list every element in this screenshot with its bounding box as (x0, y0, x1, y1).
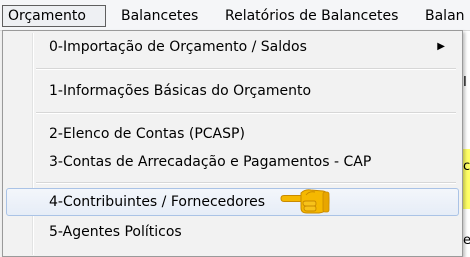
menu-orcamento[interactable]: Orçamento (2, 5, 106, 27)
menu-balan[interactable]: Balan (420, 5, 470, 27)
menu-item-elenco-de-contas[interactable]: 2-Elenco de Contas (PCASP) (6, 120, 459, 148)
background-highlight-strip (462, 149, 470, 209)
menu-item-label: 3-Contas de Arrecadação e Pagamentos - C… (49, 154, 372, 170)
background-glyph: c (463, 159, 470, 174)
menu-item-contribuintes-fornecedores[interactable]: 4-Contribuintes / Fornecedores (6, 188, 459, 216)
menu-item-label: 5-Agentes Políticos (49, 224, 182, 240)
menu-item-label: 1-Informações Básicas do Orçamento (49, 83, 312, 99)
background-glyph: e (463, 233, 470, 248)
orcamento-dropdown-menu: 0-Importação de Orçamento / Saldos ▶ 1-I… (2, 30, 463, 257)
menu-item-agentes-politicos[interactable]: 5-Agentes Políticos (6, 218, 459, 246)
menu-item-label: 0-Importação de Orçamento / Saldos (49, 39, 307, 55)
menu-separator (36, 112, 456, 114)
background-window: I c e (462, 31, 470, 257)
menu-item-contas-arrecadacao[interactable]: 3-Contas de Arrecadação e Pagamentos - C… (6, 148, 459, 176)
window: I c e Orçamento Balancetes Relatórios de… (0, 0, 470, 257)
background-glyph: I (463, 75, 467, 90)
menu-separator (36, 182, 456, 184)
menu-item-label: 2-Elenco de Contas (PCASP) (49, 126, 245, 142)
menu-separator (36, 68, 456, 70)
menu-relatorios-de-balancetes[interactable]: Relatórios de Balancetes (220, 5, 403, 27)
menu-item-label: 4-Contribuintes / Fornecedores (49, 194, 266, 210)
menu-item-importacao-orcamento[interactable]: 0-Importação de Orçamento / Saldos ▶ (6, 33, 459, 61)
pointing-hand-icon (280, 189, 330, 214)
chevron-right-icon: ▶ (437, 41, 445, 52)
menu-bar: Orçamento Balancetes Relatórios de Balan… (0, 0, 470, 31)
menu-balancetes[interactable]: Balancetes (116, 5, 203, 27)
menu-item-informacoes-basicas[interactable]: 1-Informações Básicas do Orçamento (6, 77, 459, 105)
